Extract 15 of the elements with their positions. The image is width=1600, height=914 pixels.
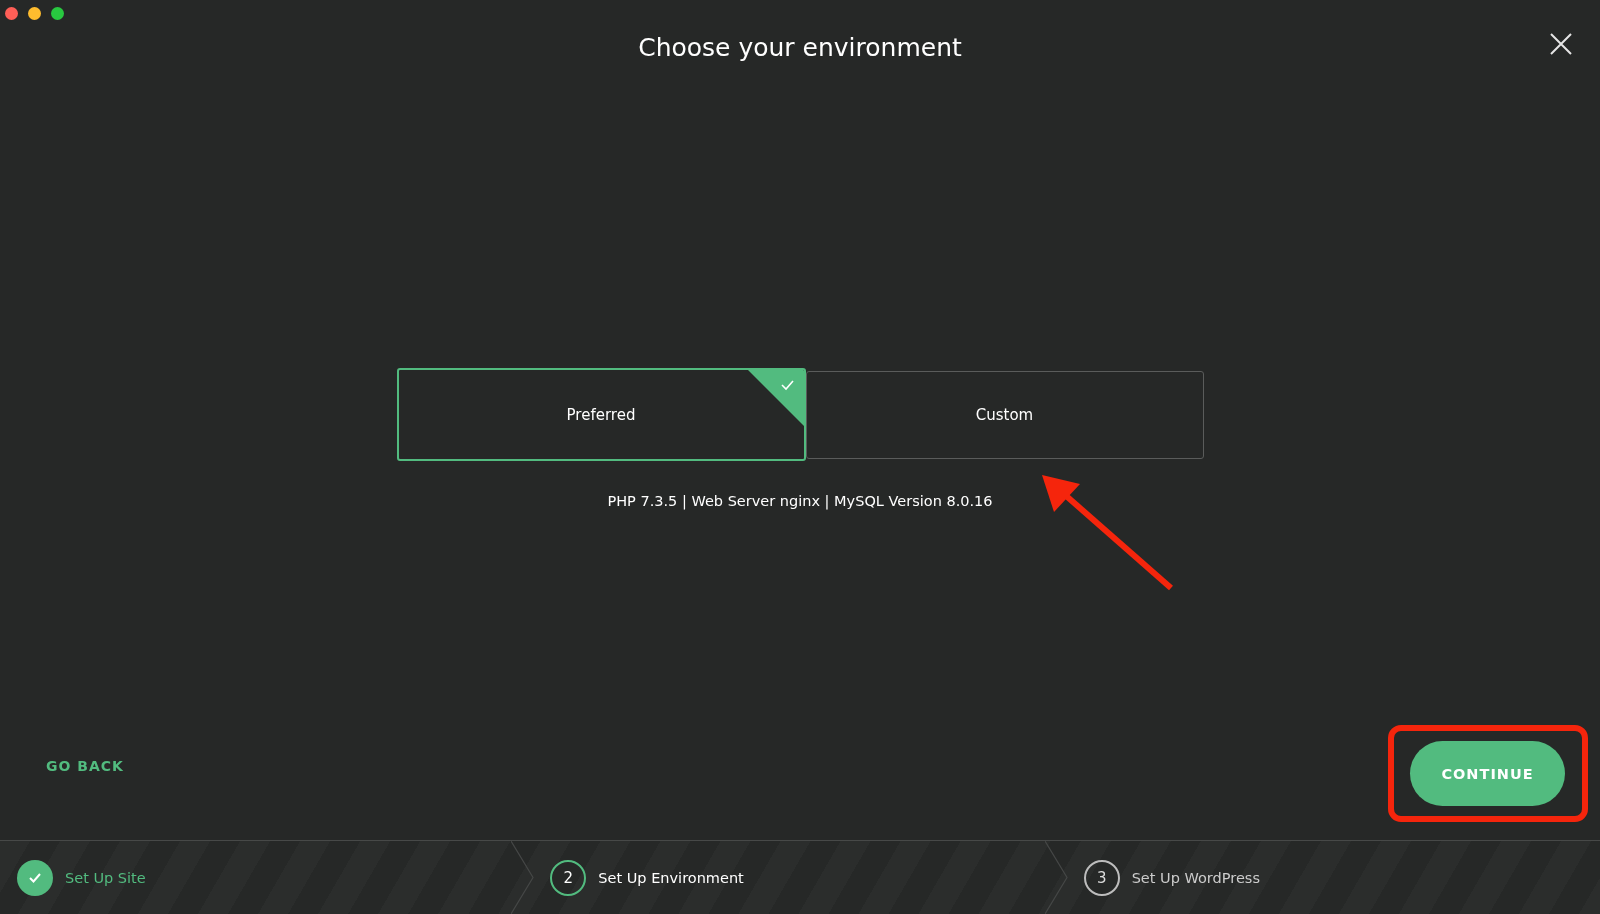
environment-details: PHP 7.3.5 | Web Server nginx | MySQL Version 8.0.16 <box>607 493 993 509</box>
window-title: Choose your environment <box>638 32 962 64</box>
minimize-window-icon[interactable] <box>28 7 41 20</box>
close-window-icon[interactable] <box>5 7 18 20</box>
checkmark-corner-icon <box>747 370 804 426</box>
close-icon[interactable] <box>1550 33 1572 55</box>
step-number: 2 <box>550 859 587 896</box>
step-label: Set Up Environment <box>598 869 744 886</box>
environment-option[interactable]: Preferred <box>396 368 806 461</box>
zoom-window-icon[interactable] <box>51 7 64 20</box>
step-number: 3 <box>1083 859 1120 896</box>
environment-option[interactable]: Custom <box>805 370 1204 459</box>
step-label: Set Up Site <box>65 869 146 886</box>
go-back-link[interactable]: GO BACK <box>46 757 124 774</box>
step-label: Set Up WordPress <box>1131 869 1260 886</box>
